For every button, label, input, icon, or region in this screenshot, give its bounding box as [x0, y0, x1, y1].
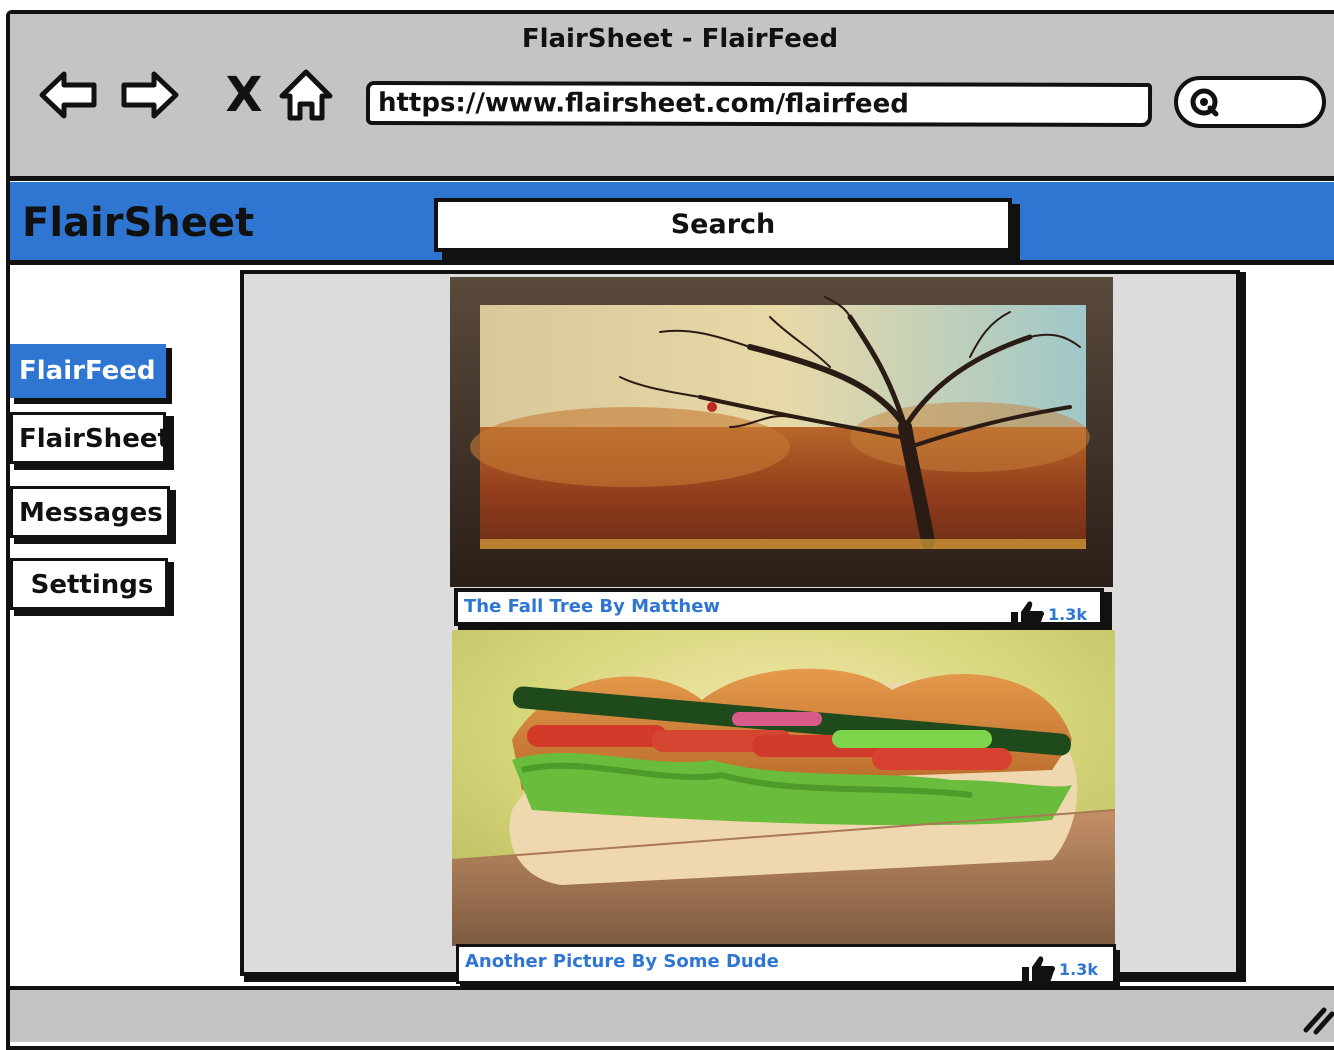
like-count: 1.3k [1059, 959, 1098, 979]
home-button[interactable] [276, 66, 336, 124]
resize-handle[interactable] [1300, 1000, 1334, 1036]
sidebar-item-flairsheet[interactable]: FlairSheet [10, 412, 170, 464]
thumbs-up-icon [1022, 956, 1056, 982]
toolbar-divider [6, 176, 1334, 181]
like-button[interactable]: 1.3k [1010, 600, 1087, 628]
arrow-right-icon [121, 71, 179, 119]
sidebar-item-flairfeed[interactable]: FlairFeed [10, 344, 166, 398]
autumn-tree-painting [450, 277, 1113, 587]
thumbs-up-icon [1011, 601, 1045, 627]
search-input[interactable]: Search [434, 198, 1012, 252]
sub-sandwich-photo [452, 630, 1115, 946]
app-logo[interactable]: FlairSheet [22, 200, 254, 246]
sidebar-item-messages[interactable]: Messages [10, 486, 170, 538]
header-divider [6, 260, 1334, 265]
address-bar[interactable]: https://www.flairsheet.com/flairfeed [365, 80, 1153, 128]
like-count: 1.3k [1048, 604, 1087, 624]
post-caption: The Fall Tree By Matthew 1.3k [454, 588, 1104, 628]
sidebar-item-settings[interactable]: Settings [10, 558, 168, 610]
search-icon [1190, 88, 1219, 117]
post-title[interactable]: Another Picture By Some Dude [465, 951, 779, 972]
like-button[interactable]: 1.3k [1021, 955, 1098, 983]
arrow-left-icon [39, 71, 97, 119]
status-bar [10, 990, 1334, 1042]
post-caption: Another Picture By Some Dude 1.3k [456, 944, 1116, 984]
post-title[interactable]: The Fall Tree By Matthew [464, 596, 720, 617]
resize-grip-icon [1303, 1007, 1334, 1035]
window-title: FlairSheet - FlairFeed [521, 24, 839, 54]
back-button[interactable] [38, 66, 98, 124]
post-image-autumn-tree[interactable] [450, 277, 1113, 587]
home-icon [279, 69, 333, 121]
forward-button[interactable] [120, 66, 180, 124]
browser-search-field[interactable] [1174, 76, 1326, 128]
post-image-sandwich[interactable] [452, 630, 1115, 946]
stop-button[interactable]: X [214, 66, 274, 124]
